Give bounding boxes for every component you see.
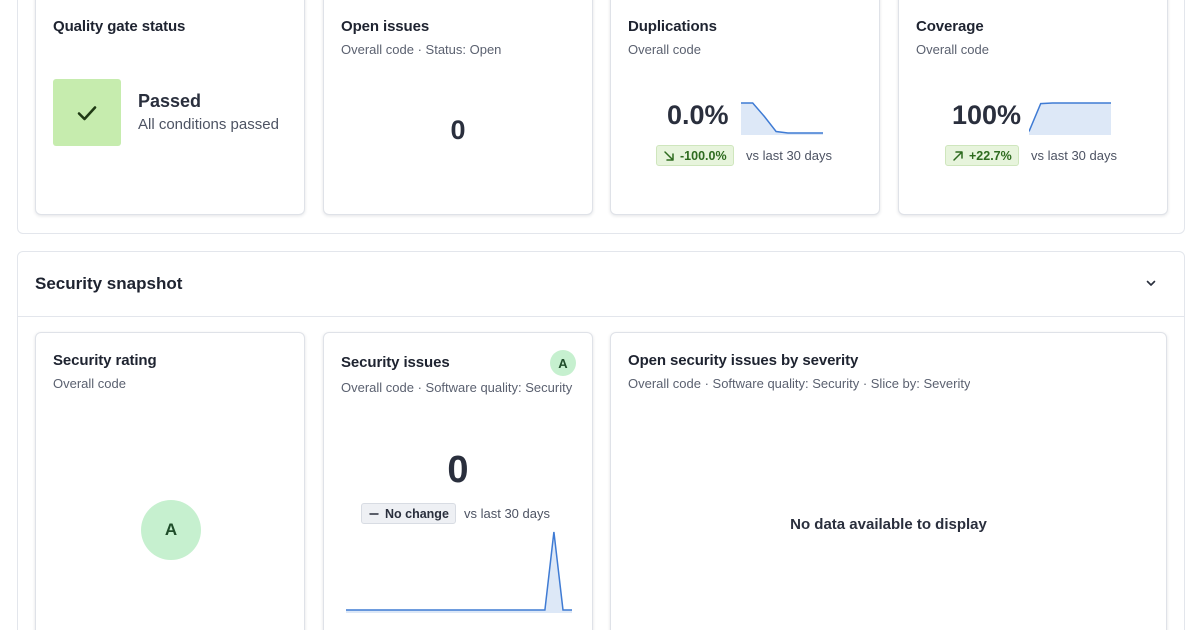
chevron-down-icon[interactable]	[1144, 276, 1158, 290]
security-issues-title: Security issues	[341, 354, 450, 371]
arrow-up-right-icon	[953, 150, 963, 161]
security-snapshot-title: Security snapshot	[35, 274, 183, 293]
open-issues-value[interactable]: 0	[324, 115, 592, 146]
dash-icon	[369, 512, 379, 515]
coverage-vs-text: vs last 30 days	[1031, 148, 1117, 163]
coverage-subtitle: Overall code	[916, 42, 989, 57]
open-issues-title: Open issues	[341, 18, 430, 35]
security-issues-value[interactable]: 0	[324, 449, 592, 492]
section-divider	[18, 316, 1184, 317]
quality-gate-description: All conditions passed	[138, 116, 279, 133]
security-rating-badge[interactable]: A	[141, 500, 201, 560]
severity-subtitle: Overall code · Software quality: Securit…	[628, 376, 971, 391]
security-rating-subtitle: Overall code	[53, 376, 126, 391]
security-issues-sparkline	[346, 531, 572, 613]
severity-empty-message: No data available to display	[790, 516, 987, 533]
security-issues-rating-badge: A	[550, 350, 576, 376]
quality-gate-title: Quality gate status	[53, 18, 186, 35]
coverage-title: Coverage	[916, 18, 984, 35]
quality-gate-status-box	[53, 79, 121, 146]
security-issues-card[interactable]: Security issues A Overall code · Softwar…	[323, 332, 593, 630]
severity-card[interactable]: Open security issues by severity Overall…	[610, 332, 1167, 630]
security-issues-vs-text: vs last 30 days	[464, 506, 550, 521]
duplications-subtitle: Overall code	[628, 42, 701, 57]
quality-gate-status: Passed	[138, 91, 202, 111]
severity-title: Open security issues by severity	[628, 352, 859, 369]
security-issues-trend-badge: No change	[361, 503, 456, 524]
duplications-title: Duplications	[628, 18, 717, 35]
quality-gate-card[interactable]: Quality gate status Passed All condition…	[35, 0, 305, 215]
duplications-card[interactable]: Duplications Overall code 0.0% -100.0% v…	[610, 0, 880, 215]
open-issues-subtitle: Overall code · Status: Open	[341, 42, 502, 57]
duplications-vs-text: vs last 30 days	[746, 148, 832, 163]
duplications-trend-value: -100.0%	[680, 148, 727, 163]
arrow-down-right-icon	[664, 150, 674, 161]
security-issues-trend-value: No change	[385, 506, 449, 521]
coverage-sparkline	[1029, 102, 1111, 135]
coverage-value[interactable]: 100%	[952, 100, 1021, 131]
check-icon	[77, 105, 97, 120]
security-rating-title: Security rating	[53, 352, 157, 369]
open-issues-card[interactable]: Open issues Overall code · Status: Open …	[323, 0, 593, 215]
security-rating-card[interactable]: Security rating Overall code A	[35, 332, 305, 630]
duplications-value[interactable]: 0.0%	[667, 100, 729, 131]
security-issues-subtitle: Overall code · Software quality: Securit…	[341, 380, 573, 395]
duplications-trend-badge: -100.0%	[656, 145, 734, 166]
coverage-trend-badge: +22.7%	[945, 145, 1019, 166]
duplications-sparkline	[741, 102, 823, 135]
coverage-card[interactable]: Coverage Overall code 100% +22.7% vs las…	[898, 0, 1168, 215]
coverage-trend-value: +22.7%	[969, 148, 1012, 163]
